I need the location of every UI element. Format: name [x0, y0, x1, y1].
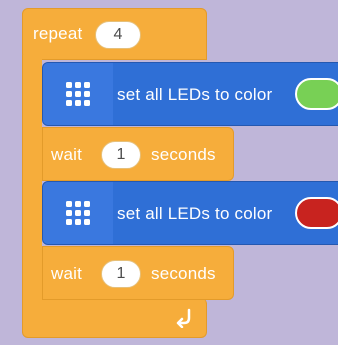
set-leds-label: set all LEDs to color: [117, 85, 273, 104]
wait-seconds-input[interactable]: 1: [101, 260, 141, 288]
repeat-block[interactable]: repeat 4: [22, 8, 207, 60]
seconds-label: seconds: [151, 145, 216, 164]
wait-seconds-value: 1: [116, 146, 126, 163]
wait-block[interactable]: wait 1 seconds: [42, 127, 234, 181]
repeat-count-value: 4: [113, 26, 123, 43]
wait-seconds-value: 1: [116, 265, 126, 282]
led-grid-icon: [43, 63, 113, 125]
repeat-block-bottom: [22, 298, 207, 338]
wait-label: wait: [51, 264, 83, 283]
seconds-label: seconds: [151, 264, 216, 283]
led-grid-icon: [43, 182, 113, 244]
set-leds-label: set all LEDs to color: [117, 204, 273, 223]
color-picker-red[interactable]: [295, 197, 338, 229]
wait-block[interactable]: wait 1 seconds: [42, 246, 234, 300]
set-leds-color-block-red[interactable]: set all LEDs to color: [42, 181, 338, 245]
wait-seconds-input[interactable]: 1: [101, 141, 141, 169]
wait-label: wait: [51, 145, 83, 164]
set-leds-color-block-green[interactable]: set all LEDs to color: [42, 62, 338, 126]
repeat-count-input[interactable]: 4: [95, 21, 141, 49]
repeat-label: repeat: [33, 24, 83, 43]
loop-arrow-icon: [176, 308, 191, 328]
color-picker-green[interactable]: [295, 78, 338, 110]
repeat-block-arm: [22, 55, 42, 305]
